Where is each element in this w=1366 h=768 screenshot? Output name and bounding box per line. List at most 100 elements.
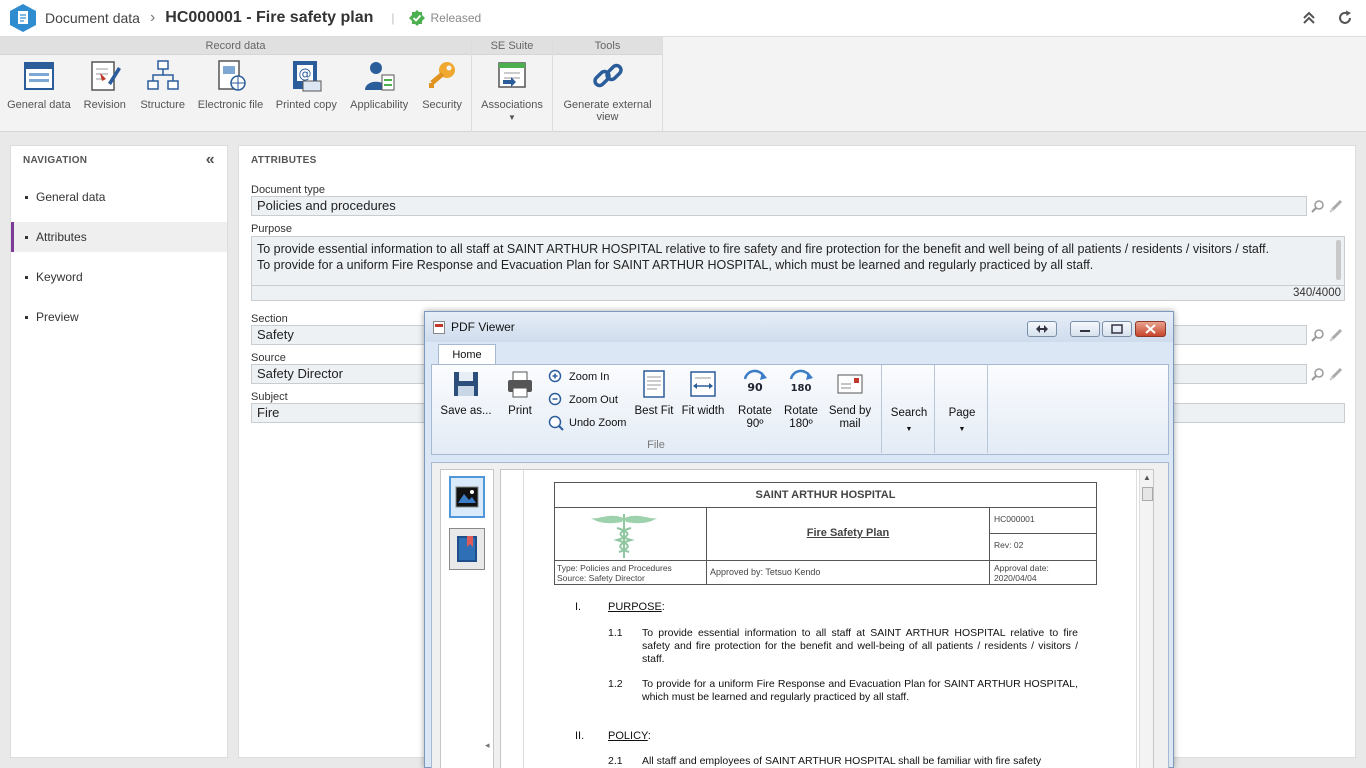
paragraph-text: To provide essential information to all … (642, 627, 1078, 665)
scrollbar-thumb[interactable] (1142, 487, 1153, 501)
button-label: Security (422, 99, 462, 111)
button-label: Fit width (681, 405, 725, 417)
bookmark-icon (457, 536, 477, 562)
revision-button[interactable]: Revision (78, 59, 132, 111)
tab-home[interactable]: Home (438, 344, 496, 366)
paragraph-number: 2.1 (608, 755, 623, 767)
section-title: POLICY (608, 730, 648, 742)
character-counter: 340/4000 (252, 285, 1344, 300)
button-label: Page (948, 407, 976, 419)
clear-eraser-icon[interactable] (1329, 367, 1343, 381)
document-type-field[interactable]: Policies and procedures (251, 196, 1307, 216)
ribbon-toolbar: Record data General data Revision Struct… (0, 37, 1366, 132)
purpose-line: To provide essential information to all … (257, 242, 1270, 256)
nav-item-keyword[interactable]: Keyword (11, 262, 227, 292)
pdf-body: ◂ SAINT ARTHUR HOSPITAL Fire Safety Plan… (431, 462, 1169, 768)
button-label: Electronic file (197, 99, 264, 111)
button-label: Print (508, 405, 532, 417)
security-button[interactable]: Security (413, 59, 471, 111)
section-label: Section (251, 313, 288, 325)
purpose-scrollbar[interactable] (1336, 240, 1341, 280)
button-label: Printed copy (275, 99, 337, 111)
button-label: Associations (481, 99, 543, 111)
undo-zoom-icon (548, 415, 564, 431)
close-button[interactable] (1135, 321, 1166, 337)
collapse-up-icon[interactable] (1300, 9, 1318, 27)
button-label: Search (890, 407, 928, 419)
ribbon-group-title: Tools (553, 37, 662, 55)
button-label: Zoom In (569, 371, 610, 383)
button-label-line1: Rotate (784, 405, 818, 417)
restore-width-button[interactable] (1027, 321, 1057, 337)
approved-by: Approved by: Tetsuo Kendo (710, 567, 821, 577)
zoom-out-button[interactable]: Zoom Out (548, 392, 618, 408)
floppy-disk-icon (454, 372, 478, 396)
search-dropdown-button[interactable]: Search ▼ (884, 407, 934, 436)
section-number: II. (575, 730, 585, 742)
pdf-viewer-window: PDF Viewer Home Save as... Print Zoom In… (424, 311, 1174, 768)
doc-rev-cell: Rev: 02 (990, 534, 1096, 560)
refresh-icon[interactable] (1336, 9, 1354, 27)
pdf-page: SAINT ARTHUR HOSPITAL Fire Safety Plan H… (523, 470, 1137, 768)
pdf-page-area[interactable]: SAINT ARTHUR HOSPITAL Fire Safety Plan H… (500, 469, 1154, 768)
section-title: PURPOSE (608, 601, 662, 613)
bookmarks-tab-button[interactable] (449, 528, 485, 570)
doc-code: HC000001 (994, 514, 1035, 524)
form-icon (23, 62, 54, 90)
pdf-vertical-scrollbar[interactable]: ▲ (1139, 470, 1153, 768)
print-button[interactable]: Print (500, 369, 540, 418)
fit-width-button[interactable]: Fit width (680, 369, 726, 418)
structure-button[interactable]: Structure (132, 59, 194, 111)
nav-item-attributes[interactable]: Attributes (11, 222, 227, 252)
page-dropdown-button[interactable]: Page ▼ (937, 407, 987, 436)
page-title: HC000001 - Fire safety plan (165, 9, 374, 26)
scroll-up-icon[interactable]: ▲ (1143, 473, 1151, 482)
send-by-mail-button[interactable]: Send by mail (824, 369, 876, 431)
printed-copy-button[interactable]: @ Printed copy (267, 59, 345, 111)
search-icon[interactable] (1311, 199, 1325, 213)
best-fit-button[interactable]: Best Fit (632, 369, 676, 418)
search-icon[interactable] (1311, 328, 1325, 342)
electronic-file-button[interactable]: Electronic file (194, 59, 268, 111)
clear-eraser-icon[interactable] (1329, 199, 1343, 213)
nav-item-general-data[interactable]: General data (11, 182, 227, 212)
thumbnail-sidebar: ◂ (440, 469, 494, 768)
section-colon: : (661, 601, 665, 613)
rotate-180-button[interactable]: 180 Rotate 180º (778, 369, 824, 431)
nav-item-label: Keyword (36, 270, 83, 284)
section-heading: PURPOSE: (608, 601, 665, 613)
applicability-button[interactable]: Applicability (345, 59, 413, 111)
divider: | (391, 11, 395, 25)
doc-rev: Rev: 02 (994, 540, 1024, 550)
splitter-arrow-icon[interactable]: ◂ (485, 740, 490, 751)
thumbnails-tab-button[interactable] (449, 476, 485, 518)
undo-zoom-button[interactable]: Undo Zoom (548, 415, 626, 431)
pdf-tab-row: Home (425, 342, 1173, 366)
pdf-viewer-titlebar[interactable]: PDF Viewer (425, 312, 1173, 342)
dropdown-arrow-icon: ▼ (905, 426, 913, 433)
save-as-button[interactable]: Save as... (438, 369, 494, 418)
rotate-90-button[interactable]: 90 Rotate 90º (732, 369, 778, 431)
paragraph-number: 1.2 (608, 678, 623, 690)
nav-item-label: General data (36, 190, 106, 204)
zoom-in-button[interactable]: Zoom In (548, 369, 609, 385)
associations-button[interactable]: Associations ▼ (472, 59, 552, 122)
document-type-label: Document type (251, 184, 325, 196)
nav-item-preview[interactable]: Preview (11, 302, 227, 332)
section-heading: POLICY: (608, 730, 651, 742)
collapse-left-icon[interactable]: « (206, 151, 215, 169)
search-icon[interactable] (1311, 367, 1325, 381)
minimize-button[interactable] (1070, 321, 1100, 337)
generate-external-view-button[interactable]: Generate external view (553, 59, 662, 123)
purpose-textarea[interactable]: To provide essential information to all … (251, 236, 1345, 301)
clear-eraser-icon[interactable] (1329, 328, 1343, 342)
general-data-button[interactable]: General data (0, 59, 78, 111)
rotate-180-icon: 180 (789, 369, 813, 394)
button-label-line2: 90º (746, 418, 764, 430)
printed-copy-icon: @ (293, 61, 322, 92)
bullet-icon (25, 275, 28, 279)
approval-date: 2020/04/04 (994, 573, 1037, 583)
status-text: Released (430, 11, 482, 25)
maximize-button[interactable] (1102, 321, 1132, 337)
breadcrumb[interactable]: Document data (45, 10, 140, 26)
